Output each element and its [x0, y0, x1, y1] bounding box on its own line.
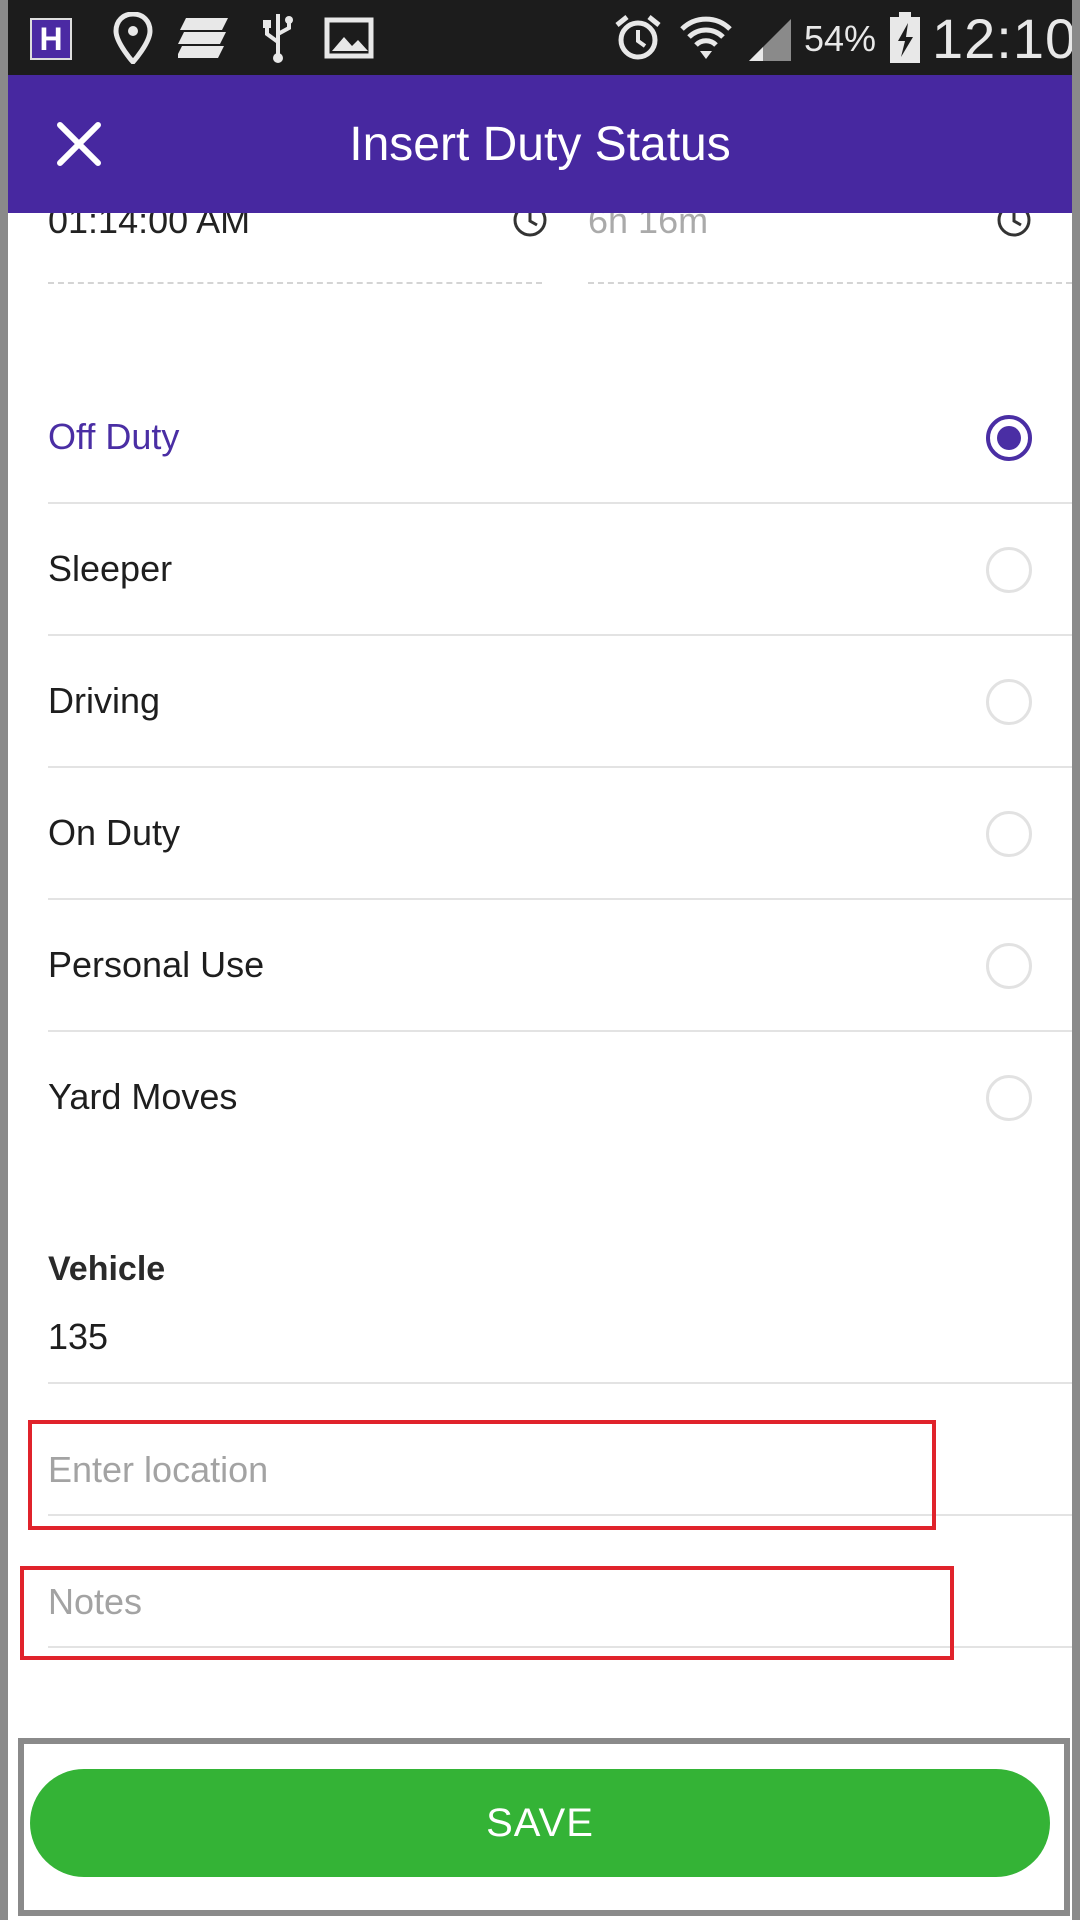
storage-icon [176, 12, 232, 64]
screen: H 54% 12:10 01:14:00 AM 6h 16m Insert Du… [8, 0, 1072, 1920]
usb-icon [256, 12, 300, 64]
h-app-icon: H [30, 18, 72, 60]
notes-underline [48, 1646, 1072, 1648]
duty-option-label: Yard Moves [48, 1076, 238, 1117]
duty-option-sleeper[interactable]: Sleeper [48, 504, 1072, 636]
location-pin-icon [108, 12, 158, 64]
duty-option-label: Personal Use [48, 944, 265, 985]
radio-button[interactable] [986, 1075, 1032, 1121]
duty-option-personal-use[interactable]: Personal Use [48, 900, 1072, 1032]
vehicle-underline [48, 1382, 1072, 1384]
duty-option-on-duty[interactable]: On Duty [48, 768, 1072, 900]
signal-icon [742, 12, 798, 64]
wifi-icon [678, 12, 734, 64]
start-time-underline [48, 282, 542, 284]
duty-option-off-duty[interactable]: Off Duty [48, 372, 1072, 504]
duty-option-label: Off Duty [48, 416, 180, 457]
duty-option-yard-moves[interactable]: Yard Moves [48, 1032, 1072, 1164]
duration-underline [588, 282, 1072, 284]
battery-charging-icon [886, 12, 924, 64]
battery-percent: 54% [804, 18, 877, 59]
vehicle-label: Vehicle [48, 1250, 166, 1288]
radio-button[interactable] [986, 943, 1032, 989]
clock-time: 12:10 [932, 7, 1072, 70]
duty-option-label: Driving [48, 680, 161, 721]
notes-input[interactable] [48, 1572, 1072, 1632]
location-input[interactable] [48, 1440, 1072, 1500]
app-bar: Insert Duty Status [8, 75, 1072, 213]
radio-button-selected[interactable] [986, 415, 1032, 461]
alarm-icon [612, 12, 664, 64]
duty-option-driving[interactable]: Driving [48, 636, 1072, 768]
radio-button[interactable] [986, 811, 1032, 857]
page-title: Insert Duty Status [349, 118, 731, 171]
vehicle-value[interactable]: 135 [48, 1316, 108, 1358]
duty-option-label: Sleeper [48, 548, 173, 589]
duty-option-label: On Duty [48, 812, 181, 853]
radio-button[interactable] [986, 679, 1032, 725]
radio-button[interactable] [986, 547, 1032, 593]
save-button[interactable]: SAVE [30, 1769, 1050, 1877]
status-bar: H 54% 12:10 [8, 0, 1072, 75]
location-underline [48, 1514, 1072, 1516]
image-icon [322, 12, 376, 64]
